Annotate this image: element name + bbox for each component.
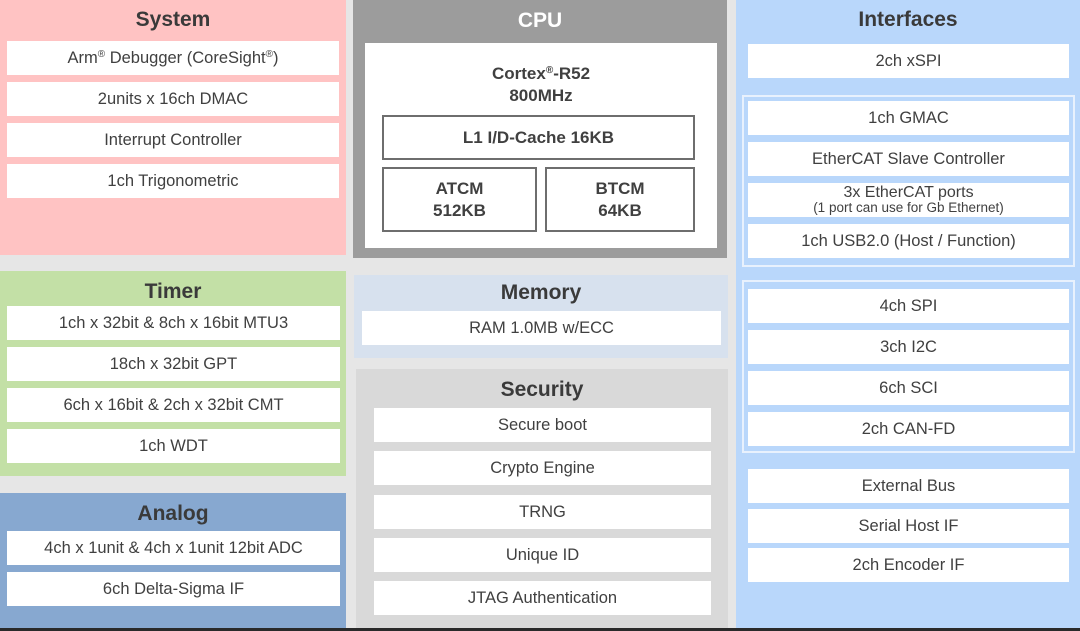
- cpu-l1-cache: L1 I/D-Cache 16KB: [382, 115, 695, 160]
- timer-block: Timer 1ch x 32bit & 8ch x 16bit MTU3 18c…: [0, 271, 346, 476]
- system-item-arm-debugger: Arm® Debugger (CoreSight®): [7, 41, 339, 75]
- security-item-unique-id: Unique ID: [374, 538, 711, 572]
- interfaces-item-usb: 1ch USB2.0 (Host / Function): [748, 224, 1069, 258]
- security-block: Security Secure boot Crypto Engine TRNG …: [356, 369, 728, 631]
- interfaces-item-i2c: 3ch I2C: [748, 330, 1069, 364]
- interfaces-item-serial-host-if: Serial Host IF: [748, 509, 1069, 543]
- security-item-secure-boot: Secure boot: [374, 408, 711, 442]
- analog-block: Analog 4ch x 1unit & 4ch x 1unit 12bit A…: [0, 493, 346, 631]
- security-item-trng: TRNG: [374, 495, 711, 529]
- interfaces-item-ethercat-slave: EtherCAT Slave Controller: [748, 142, 1069, 176]
- cpu-core-label: Cortex®-R52 800MHz: [365, 63, 717, 107]
- cpu-block: CPU Cortex®-R52 800MHz L1 I/D-Cache 16KB…: [353, 0, 727, 258]
- interfaces-item-external-bus: External Bus: [748, 469, 1069, 503]
- analog-item-adc: 4ch x 1unit & 4ch x 1unit 12bit ADC: [7, 531, 340, 565]
- interfaces-item-can-fd: 2ch CAN-FD: [748, 412, 1069, 446]
- interfaces-item-spi: 4ch SPI: [748, 289, 1069, 323]
- memory-item-ram: RAM 1.0MB w/ECC: [362, 311, 721, 345]
- interfaces-item-sci: 6ch SCI: [748, 371, 1069, 405]
- security-item-crypto-engine: Crypto Engine: [374, 451, 711, 485]
- interfaces-block: Interfaces 2ch xSPI 1ch GMAC EtherCAT Sl…: [736, 0, 1080, 631]
- system-item-trigonometric: 1ch Trigonometric: [7, 164, 339, 198]
- system-item-dmac: 2units x 16ch DMAC: [7, 82, 339, 116]
- timer-item-mtu3: 1ch x 32bit & 8ch x 16bit MTU3: [7, 306, 340, 340]
- interfaces-item-ethercat-ports: 3x EtherCAT ports (1 port can use for Gb…: [748, 183, 1069, 217]
- cpu-btcm: BTCM 64KB: [545, 167, 695, 232]
- memory-title: Memory: [500, 281, 582, 304]
- memory-block: Memory RAM 1.0MB w/ECC: [354, 275, 728, 358]
- security-item-jtag-auth: JTAG Authentication: [374, 581, 711, 615]
- analog-item-delta-sigma: 6ch Delta-Sigma IF: [7, 572, 340, 606]
- timer-item-cmt: 6ch x 16bit & 2ch x 32bit CMT: [7, 388, 340, 422]
- system-title: System: [135, 8, 211, 31]
- cpu-frequency: 800MHz: [509, 86, 573, 106]
- analog-title: Analog: [137, 502, 209, 525]
- security-title: Security: [500, 378, 584, 401]
- cpu-atcm: ATCM 512KB: [382, 167, 537, 232]
- interfaces-item-encoder-if: 2ch Encoder IF: [748, 548, 1069, 582]
- timer-item-gpt: 18ch x 32bit GPT: [7, 347, 340, 381]
- timer-title: Timer: [144, 280, 202, 303]
- system-item-interrupt-controller: Interrupt Controller: [7, 123, 339, 157]
- interfaces-title: Interfaces: [858, 8, 958, 31]
- interfaces-item-gmac: 1ch GMAC: [748, 101, 1069, 135]
- cpu-title: CPU: [517, 9, 563, 32]
- timer-item-wdt: 1ch WDT: [7, 429, 340, 463]
- system-block: System Arm® Debugger (CoreSight®) 2units…: [0, 0, 346, 255]
- interfaces-item-xspi: 2ch xSPI: [748, 44, 1069, 78]
- cpu-core-area: Cortex®-R52 800MHz L1 I/D-Cache 16KB ATC…: [365, 43, 717, 248]
